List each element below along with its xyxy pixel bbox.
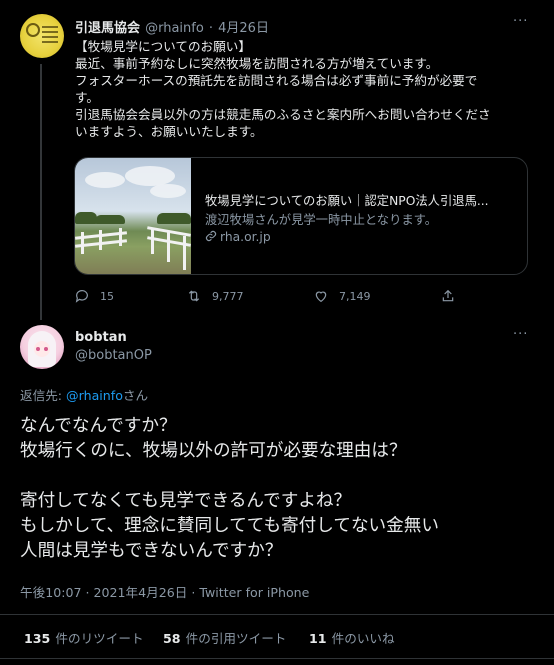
stat-quote-tweets[interactable]: 58 件の引用ツイート — [163, 628, 286, 647]
replying-to-link[interactable]: @rhainfo — [66, 388, 123, 403]
share-icon — [442, 289, 454, 302]
tweet-header: 引退馬協会 @rhainfo · 4月26日 — [75, 17, 269, 36]
stat-likes[interactable]: 11 件のいいね — [309, 628, 395, 647]
display-name[interactable]: 引退馬協会 — [75, 21, 140, 36]
retweet-icon — [188, 290, 200, 302]
reply-user-handle[interactable]: @bobtanOP — [75, 348, 152, 363]
heart-icon — [315, 291, 327, 303]
like-count: 7,149 — [339, 289, 371, 303]
card-thumbnail — [75, 158, 191, 274]
reply-icon — [75, 290, 88, 303]
reply-text: なんでなんですか？ 牧場行くのに、牧場以外の許可が必要な理由は？ 寄付してなくて… — [20, 416, 439, 561]
link-preview-card[interactable]: 牧場見学についてのお願い｜認定NPO法人引退馬... 渡辺牧場さんが見学一時中止… — [74, 157, 528, 275]
card-link-text: rha.or.jp — [220, 230, 271, 244]
replying-to: 返信先: @rhainfoさん — [20, 388, 149, 403]
avatar-bobtan[interactable] — [20, 325, 64, 369]
tweet-date[interactable]: 4月26日 — [218, 21, 269, 36]
divider-bottom — [0, 658, 554, 659]
reply-display-name[interactable]: bobtan — [75, 330, 127, 345]
separator-dot: · — [208, 21, 214, 36]
tweet-text: 【牧場見学についてのお願い】 最近、事前予約なしに突然牧場を訪問される方が増えて… — [75, 39, 491, 139]
user-handle[interactable]: @rhainfo — [145, 21, 204, 36]
like-button[interactable]: 7,149 — [313, 288, 371, 304]
reply-button[interactable]: 15 — [74, 288, 114, 304]
reply-more-options-icon[interactable]: ··· — [513, 327, 528, 342]
reply-count: 15 — [100, 289, 114, 303]
card-description: 渡辺牧場さんが見学一時中止となります。 — [205, 213, 438, 227]
link-icon — [205, 230, 217, 242]
card-title: 牧場見学についてのお願い｜認定NPO法人引退馬... — [205, 194, 489, 208]
stat-retweets[interactable]: 135 件のリツイート — [24, 628, 144, 647]
avatar-rhainfo[interactable] — [20, 14, 64, 58]
divider — [0, 614, 554, 615]
tweet-timestamp[interactable]: 午後10:07 · 2021年4月26日 · Twitter for iPhon… — [20, 582, 309, 601]
share-button[interactable] — [440, 288, 456, 304]
thread-connector-line — [40, 64, 42, 320]
retweet-count: 9,777 — [212, 289, 244, 303]
more-options-icon[interactable]: ··· — [513, 14, 528, 29]
logo-mark-icon — [26, 23, 40, 37]
retweet-button[interactable]: 9,777 — [186, 288, 244, 304]
card-link: rha.or.jp — [205, 230, 271, 244]
